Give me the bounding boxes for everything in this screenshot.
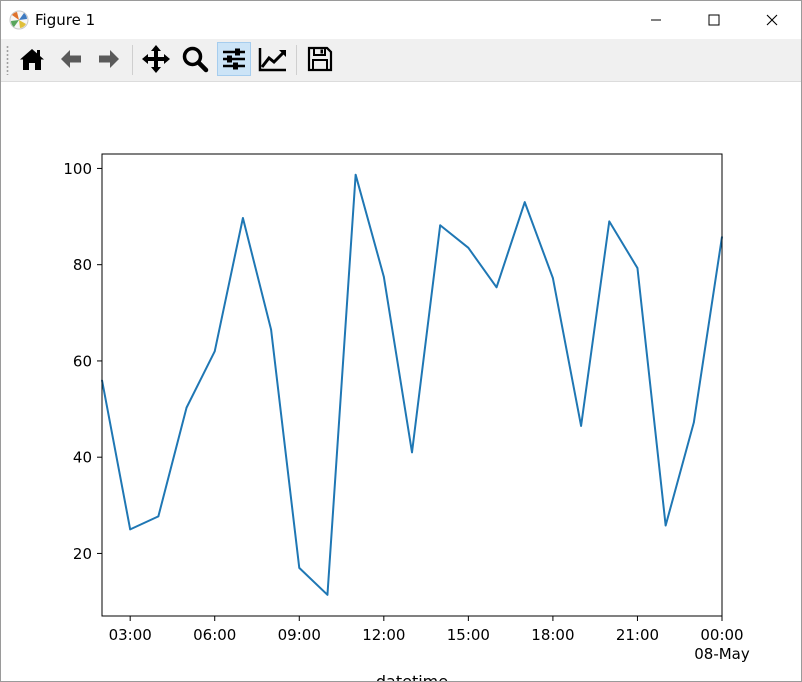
data-point bbox=[185, 406, 188, 409]
move-icon bbox=[142, 45, 170, 73]
y-tick-label: 40 bbox=[73, 449, 92, 467]
home-button[interactable] bbox=[15, 42, 49, 76]
window-title: Figure 1 bbox=[35, 11, 96, 29]
configure-subplots-button[interactable] bbox=[217, 42, 251, 76]
x-tick-label: 21:00 bbox=[616, 626, 659, 644]
data-point bbox=[129, 528, 131, 531]
maximize-icon bbox=[708, 14, 720, 26]
matplotlib-app-icon bbox=[9, 10, 29, 30]
y-tick-label: 80 bbox=[73, 256, 92, 274]
toolbar-grip[interactable] bbox=[6, 45, 9, 75]
data-point bbox=[693, 421, 695, 424]
toolbar-separator bbox=[132, 45, 133, 75]
data-point bbox=[495, 286, 498, 289]
data-point bbox=[242, 217, 244, 219]
data-point bbox=[467, 247, 470, 249]
series-line bbox=[101, 173, 723, 596]
minimize-button[interactable] bbox=[627, 1, 685, 39]
x-tick-label: 15:00 bbox=[447, 626, 490, 644]
data-point bbox=[157, 515, 160, 518]
toolbar-separator bbox=[296, 45, 297, 75]
data-point bbox=[439, 224, 441, 227]
magnifier-icon bbox=[182, 46, 209, 73]
forward-button[interactable] bbox=[92, 42, 126, 76]
back-button[interactable] bbox=[54, 42, 88, 76]
x-axis: 03:00 06:00 09:00 12:00 15:00 18:00 21:00 00:00… bbox=[109, 616, 750, 663]
edit-axis-button[interactable] bbox=[256, 42, 290, 76]
figure-window: Figure 1 20 40 60 80 100 03:00 06:00 09:… bbox=[0, 0, 802, 682]
data-point bbox=[326, 594, 329, 596]
line-chart: 20 40 60 80 100 03:00 06:00 09:00 12:00 15:00 18:… bbox=[63, 153, 750, 681]
save-button[interactable] bbox=[303, 42, 337, 76]
data-point bbox=[270, 328, 272, 331]
figure-canvas[interactable]: 20 40 60 80 100 03:00 06:00 09:00 12:00 15:00 18:… bbox=[1, 82, 801, 681]
data-point bbox=[383, 275, 385, 278]
floppy-disk-icon bbox=[307, 46, 333, 72]
data-point bbox=[580, 425, 582, 427]
x-tick-label: 18:00 bbox=[531, 626, 574, 644]
maximize-button[interactable] bbox=[685, 1, 743, 39]
data-point bbox=[213, 350, 216, 353]
minimize-icon bbox=[651, 19, 661, 21]
series-layer bbox=[101, 173, 723, 596]
data-point bbox=[354, 173, 357, 176]
home-icon bbox=[20, 49, 44, 70]
x-tick-label: 09:00 bbox=[278, 626, 321, 644]
data-point bbox=[608, 220, 611, 223]
data-point bbox=[411, 451, 413, 454]
y-axis: 20 40 60 80 100 bbox=[63, 160, 102, 563]
x-tick-label: 06:00 bbox=[193, 626, 236, 644]
data-point bbox=[636, 267, 639, 269]
x-tick-label: 12:00 bbox=[362, 626, 405, 644]
close-button[interactable] bbox=[743, 1, 801, 39]
y-tick-label: 20 bbox=[73, 545, 92, 563]
x-tick-label: 03:00 bbox=[109, 626, 152, 644]
data-point bbox=[523, 201, 526, 203]
title-bar: Figure 1 bbox=[1, 1, 801, 39]
x-axis-label: datetime bbox=[376, 672, 448, 681]
arrow-right-icon bbox=[99, 50, 119, 68]
sliders-icon bbox=[223, 48, 245, 70]
zoom-button[interactable] bbox=[178, 42, 212, 76]
data-point bbox=[552, 277, 554, 279]
axes-frame bbox=[101, 153, 723, 617]
line-chart-icon bbox=[258, 48, 286, 72]
navigation-toolbar bbox=[1, 39, 801, 82]
pan-button[interactable] bbox=[139, 42, 173, 76]
close-icon bbox=[766, 14, 778, 26]
y-tick-label: 60 bbox=[73, 352, 92, 370]
x-tick-sublabel: 08-May bbox=[694, 645, 750, 663]
x-tick-label: 00:00 bbox=[700, 626, 743, 644]
data-point bbox=[664, 524, 667, 527]
data-point bbox=[298, 567, 301, 569]
y-tick-label: 100 bbox=[63, 160, 92, 178]
arrow-left-icon bbox=[61, 50, 81, 68]
